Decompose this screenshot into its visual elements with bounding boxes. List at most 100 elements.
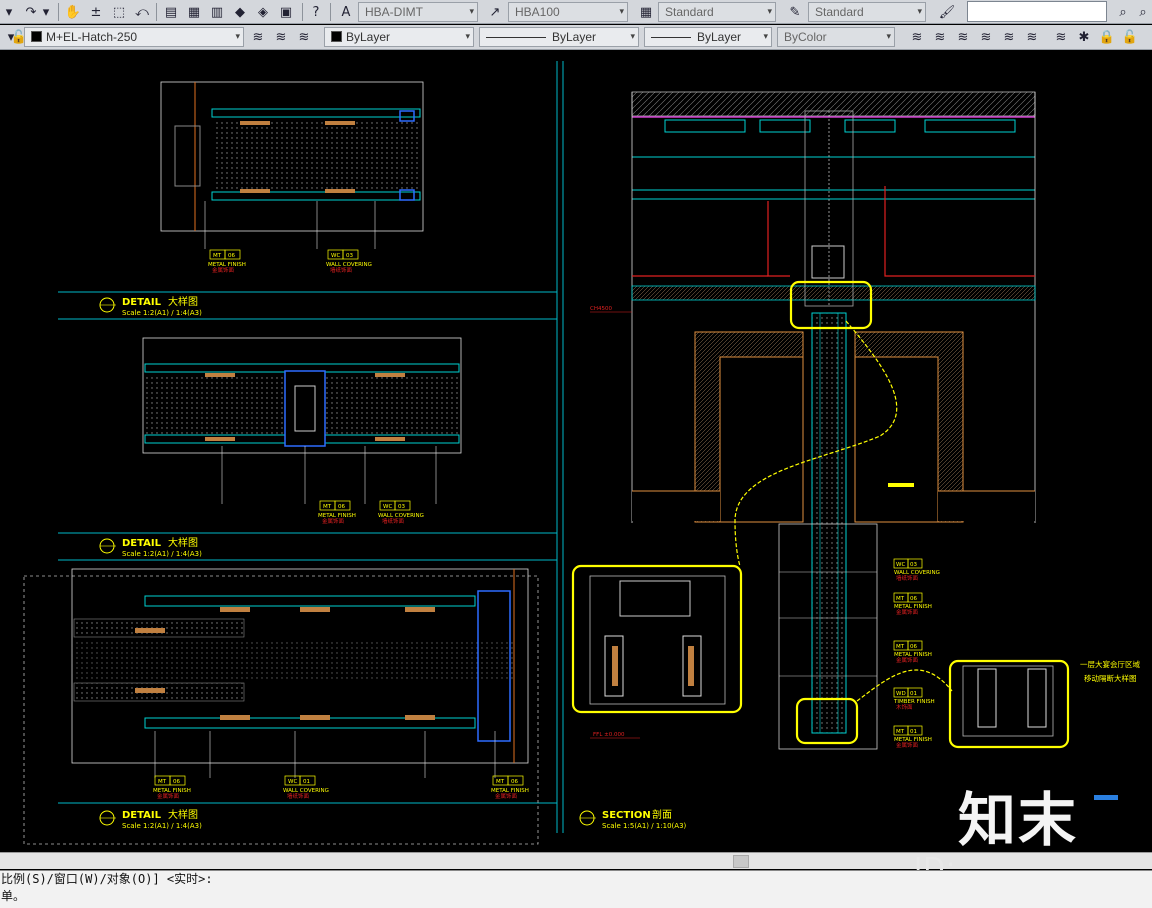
detail-3-title-cn: 大样图: [168, 808, 198, 821]
linetype-value: ByLayer: [552, 30, 597, 44]
zoom-window-icon[interactable]: ⬚: [110, 3, 128, 21]
color-value: ByLayer: [346, 30, 391, 44]
layer-lock-icon[interactable]: 🔒: [1098, 28, 1116, 46]
tag-cn: 墙纸饰面: [330, 266, 353, 274]
section-tag-mt01: MT 01 METAL FINISH金属饰面: [893, 725, 932, 749]
zoom-previous-icon[interactable]: ⤺: [133, 3, 151, 21]
table-style-icon[interactable]: ▦: [637, 3, 655, 21]
layer-match-icon[interactable]: ≋: [908, 28, 926, 46]
search-input[interactable]: [967, 1, 1107, 22]
detail-2-tags: MT 06 METAL FINISH金属饰面 WC 03 WALL COVERING…: [318, 500, 424, 525]
detail-1-drawing: [160, 81, 424, 249]
layer-off-icon[interactable]: ≋: [1000, 28, 1018, 46]
tag-cn: 墙纸饰面: [287, 792, 310, 800]
tag-num: 06: [228, 253, 235, 259]
detail-2-tag-mt06: MT 06 METAL FINISH金属饰面: [318, 500, 356, 525]
color-select[interactable]: ByLayer ▾: [324, 27, 474, 47]
text-style-select[interactable]: Standard ▾: [808, 2, 926, 22]
layer-select[interactable]: M+EL-Hatch-250 ▾: [24, 27, 244, 47]
section-title-text: SECTION: [602, 810, 651, 821]
pan-icon[interactable]: ✋: [64, 3, 82, 21]
tag-code: MT: [323, 504, 332, 510]
markup-icon[interactable]: ◈: [254, 3, 272, 21]
redo-icon[interactable]: ↷: [22, 3, 40, 21]
multileader-style-icon[interactable]: ↗: [486, 3, 504, 21]
make-layer-current-icon[interactable]: ≋: [249, 28, 267, 46]
dimension-style-select[interactable]: HBA-DIMT ▾: [358, 2, 478, 22]
tag-num: 06: [338, 504, 345, 510]
help-icon[interactable]: ?: [307, 3, 325, 21]
layer-unlock-icon[interactable]: 🔓: [1121, 28, 1139, 46]
plot-style-value: ByColor: [784, 30, 827, 44]
tag-cn: 金属饰面: [896, 741, 919, 749]
zoom-realtime-icon[interactable]: ±: [87, 3, 105, 21]
undo-dropdown-icon[interactable]: ▾: [2, 3, 16, 21]
tag-cn: 金属饰面: [495, 792, 518, 800]
layer-isolate-icon[interactable]: ≋: [954, 28, 972, 46]
redo-dropdown-icon[interactable]: ▾: [40, 3, 52, 21]
text-style-icon[interactable]: A: [337, 3, 355, 21]
drawing-canvas[interactable]: DETAIL 大样图 Scale 1:2(A1) / 1:4(A3) MT 06 …: [0, 51, 1152, 851]
search-icon[interactable]: ⌕: [1114, 3, 1132, 21]
command-prompt-line: 单。: [1, 889, 26, 903]
tag-num: 06: [910, 644, 917, 650]
detail-3-title: DETAIL 大样图 Scale 1:2(A1) / 1:4(A3): [99, 808, 202, 830]
layer-unisolate-icon[interactable]: ≋: [977, 28, 995, 46]
sheet-set-icon[interactable]: ◆: [231, 3, 249, 21]
tag-code: WC: [383, 504, 392, 510]
detail-1-title-cn: 大样图: [168, 295, 198, 308]
match-properties-icon[interactable]: 🖌: [938, 3, 956, 21]
lineweight-value: ByLayer: [697, 30, 742, 44]
tag-num: 01: [910, 691, 917, 697]
text-style-pen-icon[interactable]: ✎: [786, 3, 804, 21]
linetype-select[interactable]: ByLayer ▾: [479, 27, 639, 47]
tag-code: MT: [896, 729, 905, 735]
tag-cn: 金属饰面: [896, 656, 919, 664]
layer-previous-icon[interactable]: ≋: [272, 28, 290, 46]
brand-dash: [1094, 795, 1118, 800]
section-tag-wc03: WC 03 WALL COVERING墙纸饰面: [893, 558, 940, 582]
viewport-dashed-frame: [23, 575, 539, 845]
layer-value: M+EL-Hatch-250: [46, 30, 138, 44]
layer-freeze-icon[interactable]: ≋: [1023, 28, 1041, 46]
detail-3-tags: MT 06 METAL FINISH金属饰面 WC 01 WALL COVERING…: [153, 775, 529, 800]
detail-2-title: DETAIL 大样图 Scale 1:2(A1) / 1:4(A3): [99, 536, 202, 558]
tag-code: WC: [331, 253, 340, 259]
chevron-down-icon: ▾: [630, 32, 635, 42]
detail-1-title-text: DETAIL: [122, 297, 162, 308]
detail-1-tag-mt06: MT 06 METAL FINISH金属饰面: [208, 249, 246, 274]
tag-cn: 金属饰面: [157, 792, 180, 800]
layer-thaw-icon[interactable]: ✱: [1075, 28, 1093, 46]
tag-code: WC: [896, 562, 905, 568]
standard-toolbar: ▾ ↷ ▾ ✋ ± ⬚ ⤺ ▤ ▦ ▥ ◆ ◈ ▣ ? A HBA-DIMT ▾ …: [0, 0, 1152, 24]
layer-change-icon[interactable]: ≋: [931, 28, 949, 46]
tag-code: MT: [896, 644, 905, 650]
tag-num: 06: [173, 779, 180, 785]
search-options-icon[interactable]: ⌕: [1134, 3, 1152, 21]
detail-3-tag-wc01: WC 01 WALL COVERING墙纸饰面: [283, 775, 329, 800]
chevron-down-icon: ▾: [886, 32, 891, 42]
cad-drawing: DETAIL 大样图 Scale 1:2(A1) / 1:4(A3) MT 06 …: [23, 61, 1140, 845]
tool-palettes-icon[interactable]: ▥: [208, 3, 226, 21]
plot-style-select[interactable]: ByColor ▾: [777, 27, 895, 47]
layer-state-icon[interactable]: ≋: [295, 28, 313, 46]
calculator-icon[interactable]: ▣: [277, 3, 295, 21]
design-center-icon[interactable]: ▦: [185, 3, 203, 21]
tag-num: 01: [910, 729, 917, 735]
tag-cn: 金属饰面: [322, 517, 345, 525]
layer-on-icon[interactable]: ≋: [1052, 28, 1070, 46]
lineweight-select[interactable]: ByLayer ▾: [644, 27, 772, 47]
table-style-select[interactable]: Standard ▾: [658, 2, 776, 22]
layer-color-swatch: [31, 31, 42, 42]
command-history-line: 比例(S)/窗口(W)/对象(O)] <实时>:: [1, 872, 213, 886]
scrollbar-thumb[interactable]: [733, 855, 749, 868]
tag-code: MT: [213, 253, 222, 259]
command-line[interactable]: 比例(S)/窗口(W)/对象(O)] <实时>: 单。: [0, 870, 1152, 908]
multileader-style-select[interactable]: HBA100 ▾: [508, 2, 628, 22]
detail-1-title: DETAIL 大样图 Scale 1:2(A1) / 1:4(A3): [99, 295, 202, 317]
properties-icon[interactable]: ▤: [162, 3, 180, 21]
detail-2-tag-wc03: WC 03 WALL COVERING墙纸饰面: [378, 500, 424, 525]
tag-code: MT: [896, 596, 905, 602]
tag-num: 03: [346, 253, 353, 259]
tag-code: MT: [496, 779, 505, 785]
